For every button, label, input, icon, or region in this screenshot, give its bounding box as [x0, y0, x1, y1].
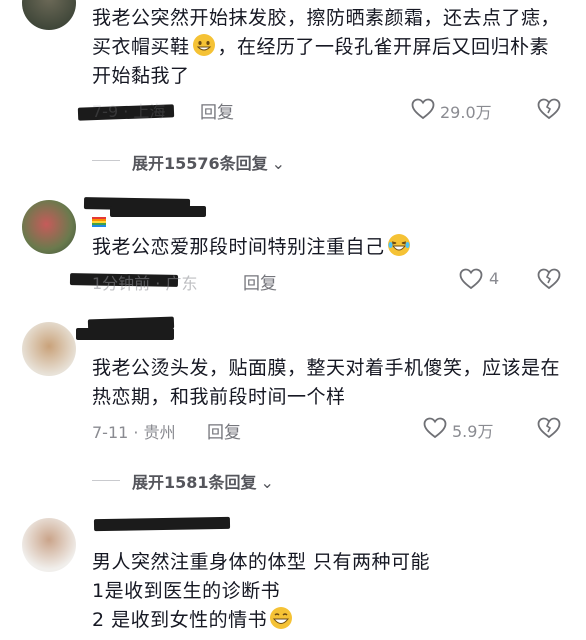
comment-line: 1是收到医生的诊断书 — [92, 580, 281, 602]
redaction-bar — [76, 328, 174, 340]
like-count: 29.0万 — [440, 103, 492, 122]
like-icon[interactable] — [459, 268, 483, 290]
comment-text: 我老公烫头发，贴面膜，整天对着手机傻笑，应该是在热恋期，和我前段时间一个样 — [92, 357, 561, 408]
avatar[interactable] — [22, 0, 76, 30]
dislike-icon[interactable] — [537, 268, 561, 290]
grin-emoji-icon — [192, 33, 216, 57]
comment-text: 我老公突然开始抹发胶，擦防晒素颜霜，还去点了痣，买衣帽买鞋 ，在经历了一段孔雀开屏… — [92, 7, 561, 87]
avatar[interactable] — [22, 518, 76, 572]
comment-text: 我老公恋爱那段时间特别注重自己 — [92, 233, 562, 262]
avatar[interactable] — [22, 200, 76, 254]
grin-emoji-icon — [269, 606, 293, 630]
rainbow-badge-icon — [92, 212, 106, 227]
redaction-bar — [93, 516, 231, 532]
expand-replies-button[interactable]: 展开15576条回复 ⌄ — [132, 150, 285, 174]
redaction-bar — [110, 206, 206, 217]
chevron-down-icon: ⌄ — [271, 154, 286, 173]
laughing-tears-emoji-icon — [387, 233, 411, 257]
like-count: 5.9万 — [452, 422, 494, 441]
reply-button[interactable]: 回复 — [200, 98, 234, 123]
comment-meta: 1分钟前 · 广东 — [92, 274, 198, 293]
avatar[interactable] — [22, 322, 76, 376]
like-icon[interactable] — [423, 417, 447, 439]
like-icon[interactable] — [411, 98, 435, 120]
comment-line: 2 是收到女性的情书 — [92, 606, 562, 635]
comment-meta: 7-11 · 贵州 — [92, 423, 176, 442]
comment-line: 男人突然注重身体的体型 只有两种可能 — [92, 551, 431, 573]
reply-button[interactable]: 回复 — [207, 418, 241, 443]
chevron-down-icon: ⌄ — [260, 473, 274, 492]
dislike-icon[interactable] — [537, 98, 561, 120]
comment-text: 男人突然注重身体的体型 只有两种可能 1是收到医生的诊断书 2 是收到女性的情书 — [92, 548, 562, 635]
reply-button[interactable]: 回复 — [243, 269, 277, 294]
like-count: 4 — [489, 269, 500, 288]
expand-replies-button[interactable]: 展开1581条回复 ⌄ — [132, 469, 274, 493]
comment-meta: 7-9 · 上海 — [92, 102, 166, 121]
dislike-icon[interactable] — [537, 417, 561, 439]
divider — [92, 480, 120, 481]
divider — [92, 160, 120, 161]
